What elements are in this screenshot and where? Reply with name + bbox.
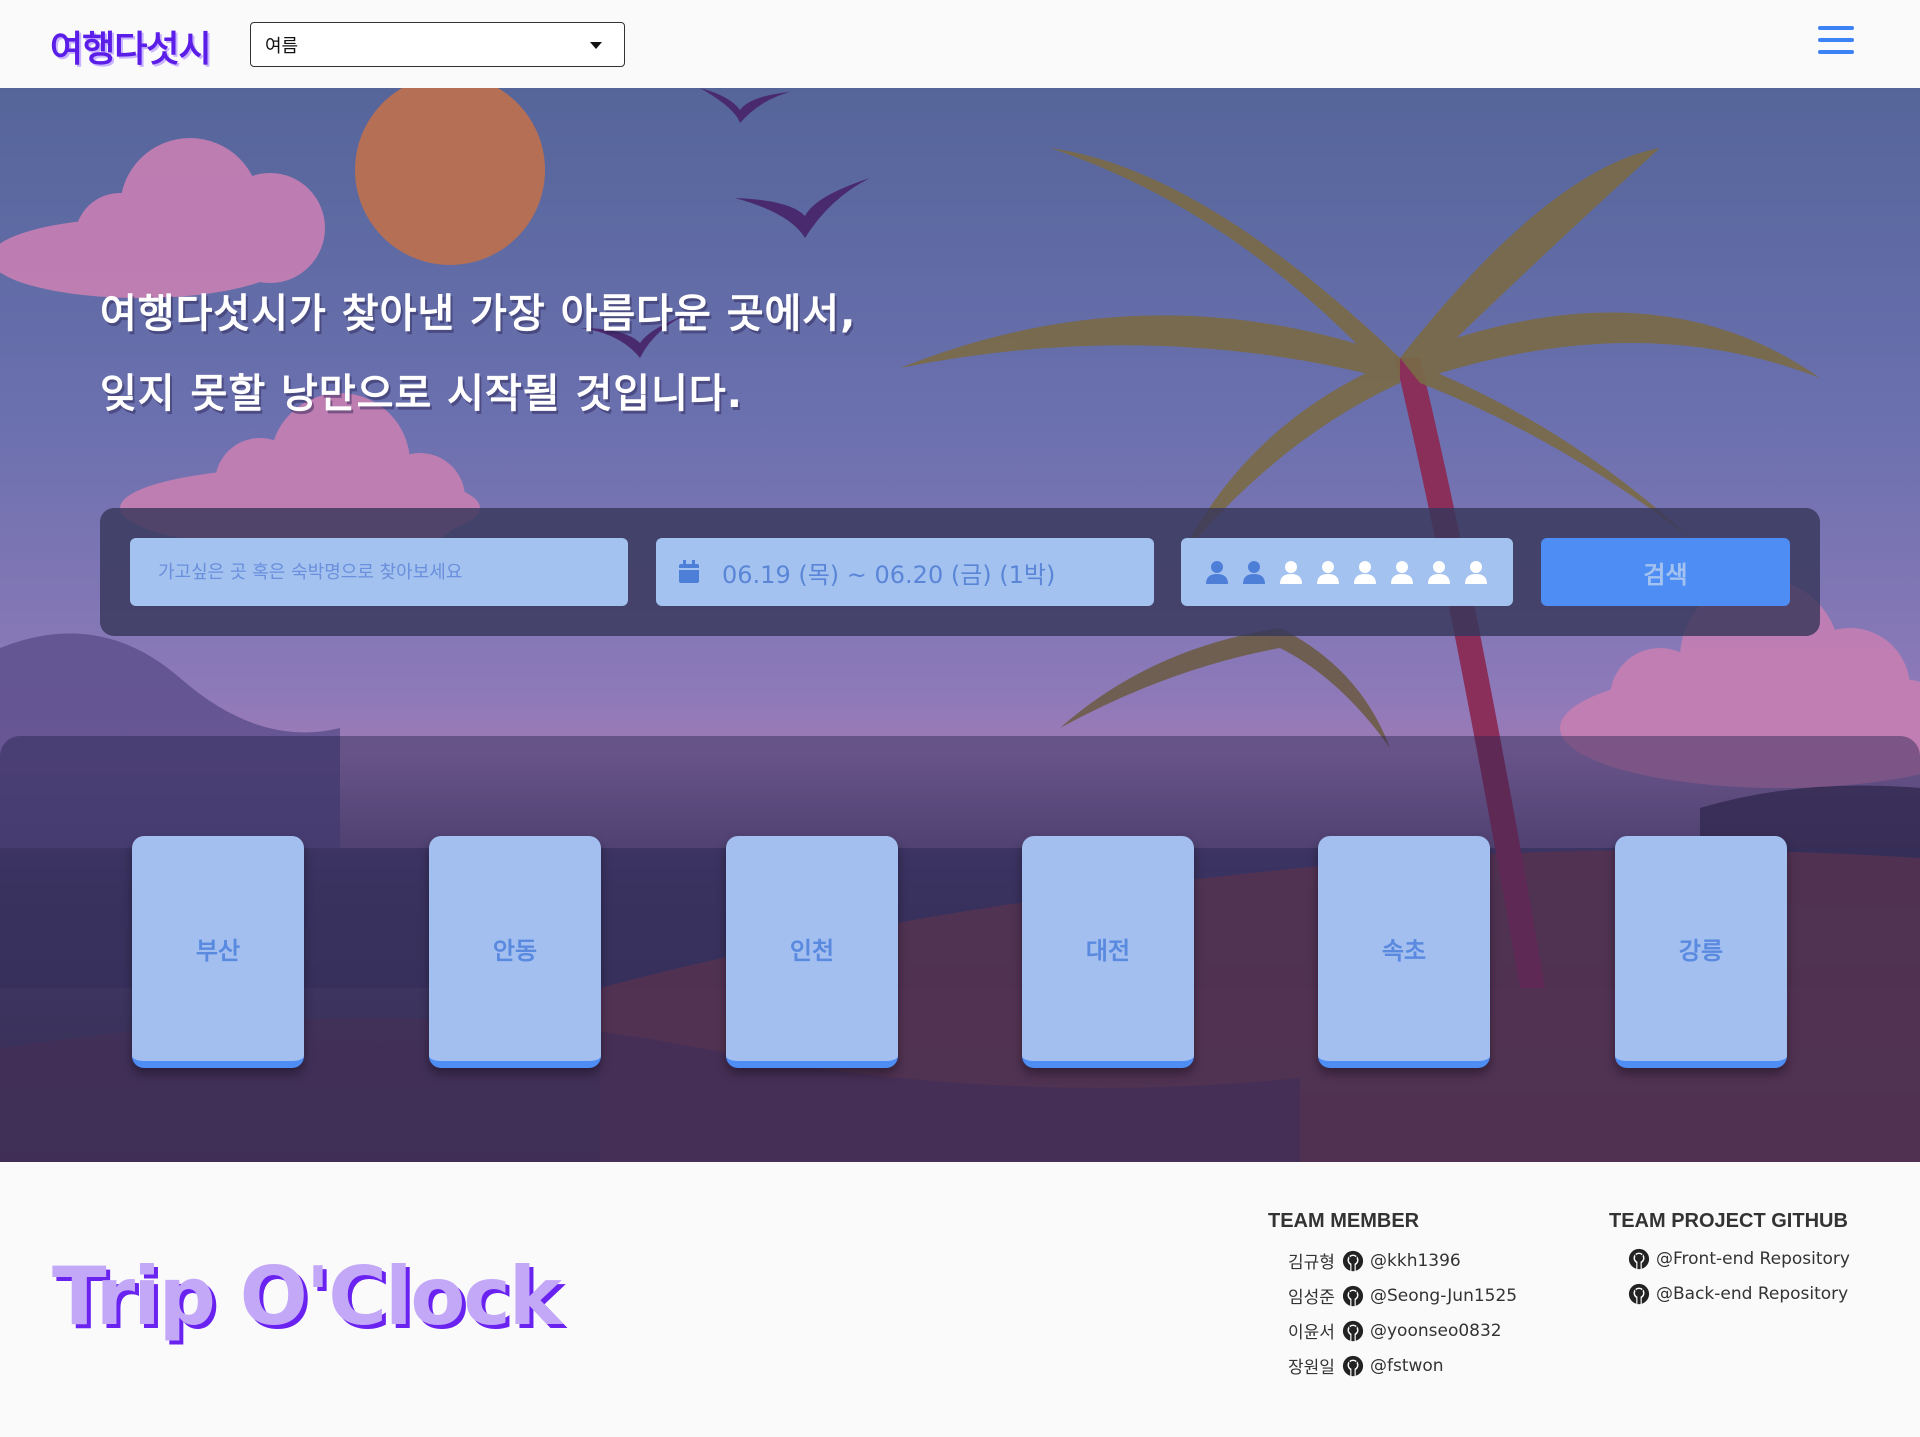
member-github-link[interactable]: @Seong-Jun1525 — [1370, 1286, 1517, 1306]
city-card-label: 속초 — [1381, 937, 1427, 965]
search-panel: 06.19 (목) ~ 06.20 (금) (1박) 검색 — [100, 508, 1820, 636]
repo-link[interactable]: @Front-end Repository — [1656, 1249, 1850, 1269]
repo-row: @Front-end Repository — [1628, 1248, 1850, 1270]
team-member-row: 장원일 @fstwon — [1288, 1353, 1444, 1378]
city-card-label: 안동 — [492, 937, 538, 965]
member-name: 임성준 — [1288, 1288, 1335, 1308]
footer-brand-logo: Trip O'Clock — [52, 1250, 562, 1343]
person-icon[interactable] — [1205, 560, 1229, 584]
top-header: 여행다섯시 여름 — [0, 0, 1920, 88]
city-card-sokcho[interactable]: 속초 — [1318, 836, 1490, 1068]
city-card-incheon[interactable]: 인천 — [726, 836, 898, 1068]
member-github-link[interactable]: @kkh1396 — [1370, 1251, 1461, 1271]
hero-headline-line2: 잊지 못할 낭만으로 시작될 것입니다. — [100, 371, 743, 417]
date-range-text: 06.19 (목) ~ 06.20 (금) (1박) — [722, 560, 1056, 589]
site-logo[interactable]: 여행다섯시 — [50, 20, 212, 72]
github-icon — [1628, 1283, 1650, 1305]
city-card-label: 강릉 — [1678, 937, 1724, 965]
github-icon — [1628, 1248, 1650, 1270]
calendar-icon — [679, 560, 699, 583]
city-card-andong[interactable]: 안동 — [429, 836, 601, 1068]
person-icon[interactable] — [1427, 560, 1451, 584]
github-icon — [1342, 1320, 1364, 1341]
destination-search-input[interactable] — [130, 538, 628, 606]
hero-headline-line1: 여행다섯시가 찾아낸 가장 아름다운 곳에서, — [100, 291, 857, 337]
city-card-panel: 부산 안동 인천 대전 속초 강릉 — [0, 736, 1920, 1162]
date-range-picker[interactable]: 06.19 (목) ~ 06.20 (금) (1박) — [656, 538, 1154, 606]
team-member-row: 임성준 @Seong-Jun1525 — [1288, 1283, 1517, 1308]
chevron-down-icon — [590, 42, 602, 49]
guest-count-selector[interactable] — [1181, 538, 1513, 606]
person-icon[interactable] — [1279, 560, 1303, 584]
hamburger-menu-icon[interactable] — [1818, 26, 1856, 60]
city-card-gangneung[interactable]: 강릉 — [1615, 836, 1787, 1068]
person-icon[interactable] — [1316, 560, 1340, 584]
github-icon — [1342, 1355, 1364, 1376]
person-icon[interactable] — [1242, 560, 1266, 584]
city-card-label: 인천 — [789, 937, 835, 965]
site-footer: Trip O'Clock TEAM MEMBER 김규형 @kkh1396 임성준 @… — [0, 1162, 1920, 1437]
team-github-title: TEAM PROJECT GITHUB — [1609, 1210, 1848, 1232]
season-select[interactable]: 여름 — [250, 22, 625, 67]
github-icon — [1342, 1250, 1364, 1271]
member-github-link[interactable]: @yoonseo0832 — [1370, 1321, 1502, 1341]
github-icon — [1342, 1285, 1364, 1306]
member-name: 장원일 — [1288, 1358, 1335, 1378]
hero-section: 여행다섯시가 찾아낸 가장 아름다운 곳에서, 잊지 못할 낭만으로 시작될 것… — [0, 88, 1920, 1162]
person-icon[interactable] — [1390, 560, 1414, 584]
city-card-label: 대전 — [1085, 937, 1131, 965]
city-card-label: 부산 — [195, 937, 241, 965]
team-member-row: 김규형 @kkh1396 — [1288, 1248, 1461, 1273]
member-name: 김규형 — [1288, 1253, 1335, 1273]
search-button[interactable]: 검색 — [1541, 538, 1790, 606]
team-member-row: 이윤서 @yoonseo0832 — [1288, 1318, 1502, 1343]
repo-row: @Back-end Repository — [1628, 1283, 1848, 1305]
hero-headline: 여행다섯시가 찾아낸 가장 아름다운 곳에서, 잊지 못할 낭만으로 시작될 것… — [100, 274, 856, 434]
person-icon[interactable] — [1464, 560, 1488, 584]
person-icon[interactable] — [1353, 560, 1377, 584]
city-card-busan[interactable]: 부산 — [132, 836, 304, 1068]
season-select-value: 여름 — [265, 35, 299, 57]
member-name: 이윤서 — [1288, 1323, 1335, 1343]
city-card-daejeon[interactable]: 대전 — [1022, 836, 1194, 1068]
team-member-title: TEAM MEMBER — [1268, 1210, 1420, 1232]
repo-link[interactable]: @Back-end Repository — [1656, 1284, 1848, 1304]
member-github-link[interactable]: @fstwon — [1370, 1356, 1444, 1376]
